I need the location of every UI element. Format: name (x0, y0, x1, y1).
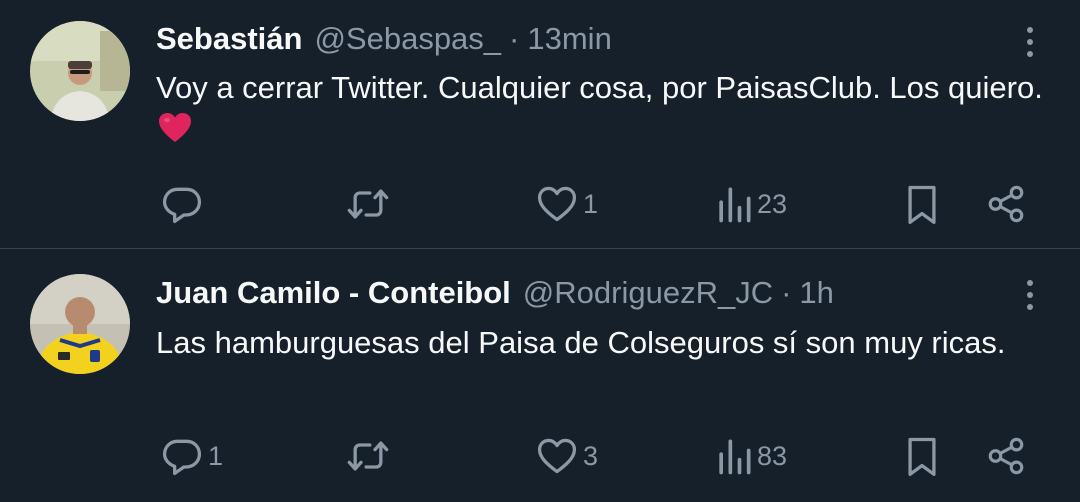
tweet-actions: 1 23 (0, 180, 1080, 228)
separator-dot: · (781, 275, 792, 310)
display-name[interactable]: Juan Camilo - Conteibol (156, 275, 511, 311)
reply-button[interactable] (160, 180, 208, 228)
share-icon (988, 437, 1024, 475)
reply-icon (162, 439, 202, 476)
tweet-header: Sebastián @Sebaspas_ · 13min (156, 19, 612, 59)
more-options-button[interactable] (1016, 22, 1044, 62)
more-options-button[interactable] (1016, 275, 1044, 315)
heart-icon (537, 438, 577, 474)
bookmark-icon (908, 437, 936, 476)
retweet-button[interactable] (345, 432, 395, 480)
more-vertical-icon (1027, 27, 1033, 33)
more-vertical-icon (1027, 280, 1033, 286)
like-count: 3 (583, 440, 599, 471)
views-button[interactable]: 23 (715, 180, 787, 228)
bookmark-button[interactable] (903, 432, 941, 480)
tweet[interactable]: Sebastián @Sebaspas_ · 13min Voy a cerra… (0, 0, 1080, 249)
user-handle[interactable]: @RodriguezR_JC (523, 275, 773, 311)
tweet-header: Juan Camilo - Conteibol @RodriguezR_JC ·… (156, 273, 834, 313)
avatar-image (30, 274, 130, 374)
separator-dot: · (509, 21, 520, 56)
views-button[interactable]: 83 (715, 432, 787, 480)
more-dot (1027, 292, 1033, 298)
reply-button[interactable]: 1 (160, 432, 223, 480)
bookmark-button[interactable] (903, 180, 941, 228)
retweet-icon (347, 189, 389, 219)
view-count: 83 (757, 440, 788, 471)
heart-icon (537, 186, 577, 222)
avatar-image (30, 21, 130, 121)
display-name[interactable]: Sebastián (156, 21, 302, 57)
like-count: 1 (583, 188, 599, 219)
retweet-button[interactable] (345, 180, 395, 228)
more-dot (1027, 304, 1033, 310)
reply-count: 1 (208, 440, 224, 471)
share-button[interactable] (985, 432, 1027, 480)
reply-icon (162, 187, 202, 224)
tweet-actions: 1 3 83 (0, 432, 1080, 480)
tweet-text-container: Voy a cerrar Twitter. Cualquier cosa, po… (156, 67, 1046, 155)
user-handle[interactable]: @Sebaspas_ (314, 21, 501, 57)
more-dot (1027, 51, 1033, 57)
timestamp[interactable]: 1h (799, 275, 833, 311)
like-button[interactable]: 3 (535, 432, 598, 480)
tweet[interactable]: Juan Camilo - Conteibol @RodriguezR_JC ·… (0, 249, 1080, 501)
bookmark-icon (908, 185, 936, 224)
share-button[interactable] (985, 180, 1027, 228)
tweet-text: Las hamburguesas del Paisa de Colseguros… (156, 325, 1006, 360)
retweet-icon (347, 441, 389, 471)
share-icon (988, 185, 1024, 223)
views-icon (719, 439, 751, 475)
timestamp[interactable]: 13min (527, 21, 611, 57)
view-count: 23 (757, 188, 788, 219)
red-heart-emoji-icon (158, 112, 192, 155)
avatar[interactable] (30, 274, 130, 374)
timeline: Sebastián @Sebaspas_ · 13min Voy a cerra… (0, 0, 1080, 501)
avatar[interactable] (30, 21, 130, 121)
views-icon (719, 187, 751, 223)
more-dot (1027, 39, 1033, 45)
tweet-text-container: Las hamburguesas del Paisa de Colseguros… (156, 322, 1046, 364)
like-button[interactable]: 1 (535, 180, 598, 228)
tweet-text: Voy a cerrar Twitter. Cualquier cosa, po… (156, 70, 1043, 105)
